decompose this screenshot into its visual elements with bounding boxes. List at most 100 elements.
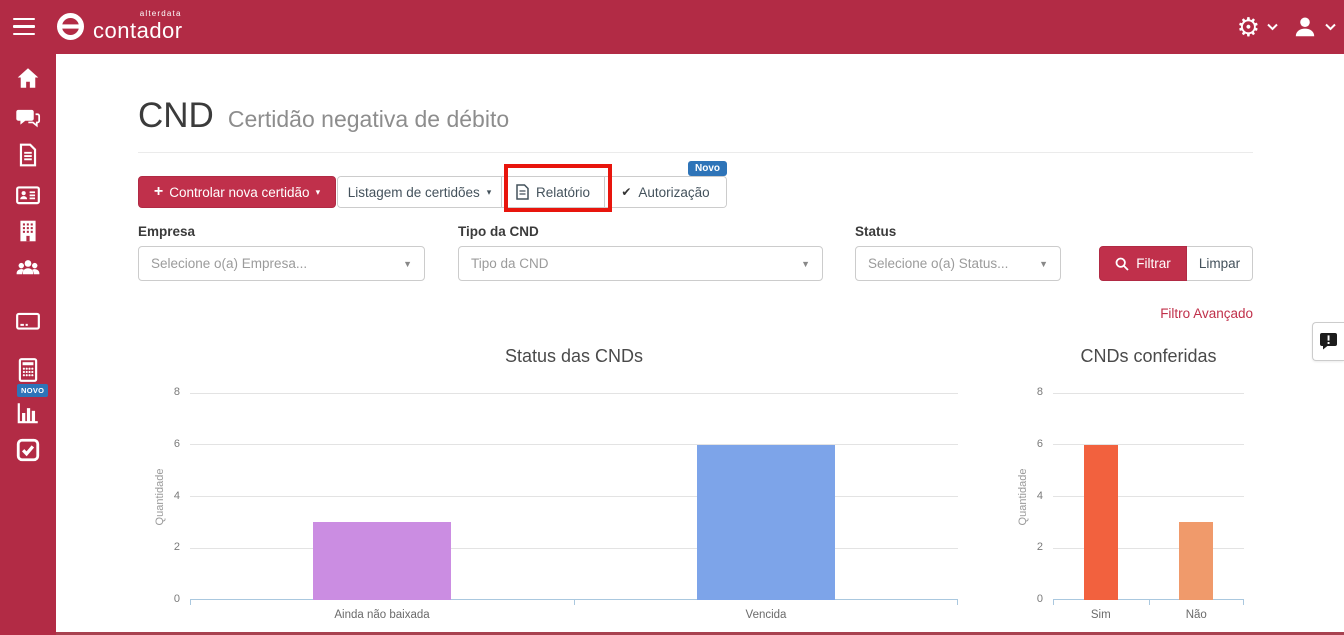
x-category-label: Ainda não baixada	[334, 609, 430, 621]
sidebar-item-id-card[interactable]	[15, 182, 41, 208]
y-tick-label: 0	[173, 593, 180, 605]
home-icon	[17, 68, 39, 88]
id-card-icon	[16, 186, 40, 205]
logo-e-icon	[57, 13, 84, 40]
brand-alterdata: alterdata	[139, 9, 182, 18]
page-heading: CND Certidão negativa de débito	[138, 96, 509, 136]
caret-down-icon: ▼	[403, 258, 412, 269]
x-axis-tick	[957, 600, 958, 605]
settings-button[interactable]: ⚙	[1237, 14, 1278, 40]
empresa-select[interactable]: Selecione o(a) Empresa... ▼	[138, 246, 425, 281]
tipo-cnd-label: Tipo da CND	[458, 224, 539, 239]
sidebar-item-calculator[interactable]	[15, 357, 41, 383]
caret-down-icon: ▾	[315, 186, 321, 197]
credit-card-icon	[16, 312, 40, 330]
x-category-label: Não	[1185, 609, 1207, 621]
bar-ainda-não-baixada	[313, 522, 451, 600]
toolbar-button-group: Listagem de certidões ▾ Relatório ✔ Auto…	[337, 176, 727, 208]
y-tick-label: 0	[1036, 593, 1043, 605]
feedback-tab[interactable]	[1312, 322, 1344, 361]
page-subtitle: Certidão negativa de débito	[227, 106, 510, 132]
gridline	[190, 444, 958, 446]
x-category-label: Sim	[1090, 609, 1111, 621]
document-icon	[19, 143, 37, 167]
y-tick-label: 2	[1036, 541, 1043, 554]
x-axis-tick	[1149, 600, 1150, 605]
app-window: alterdata contador ⚙ NOVO CND Certidão n…	[0, 0, 1344, 635]
clear-button[interactable]: Limpar	[1187, 246, 1253, 281]
y-tick-label: 2	[173, 541, 180, 554]
sidebar-item-tasks[interactable]	[15, 437, 41, 463]
gridline	[190, 547, 958, 549]
authorization-button[interactable]: ✔ Autorização	[604, 177, 726, 207]
new-certificate-button[interactable]: + Controlar nova certidão ▾	[138, 176, 336, 208]
y-axis-title: Quantidade	[1017, 468, 1029, 525]
x-axis-tick	[190, 600, 191, 605]
user-icon	[1295, 17, 1315, 37]
report-button[interactable]: Relatório	[501, 177, 604, 207]
bar-sim	[1083, 444, 1118, 600]
y-axis-title: Quantidade	[154, 468, 166, 525]
calculator-icon	[18, 358, 38, 382]
check-square-icon	[16, 438, 40, 462]
sidebar-novo-badge: NOVO	[17, 384, 49, 397]
sidebar-item-document[interactable]	[15, 142, 41, 168]
y-tick-label: 8	[1036, 386, 1043, 398]
top-bar: alterdata contador ⚙	[0, 0, 1344, 54]
bar-não	[1179, 522, 1214, 600]
plus-icon: +	[153, 183, 164, 200]
account-button[interactable]	[1292, 14, 1336, 40]
y-tick-label: 8	[173, 386, 180, 398]
y-tick-label: 6	[173, 437, 180, 450]
gridline	[1053, 496, 1244, 497]
bar-vencida	[697, 444, 835, 600]
chat-icon	[16, 109, 41, 128]
empresa-label: Empresa	[138, 224, 196, 239]
x-axis-tick	[1243, 600, 1244, 605]
sidebar: NOVO	[0, 54, 56, 635]
building-icon	[20, 220, 36, 242]
caret-down-icon: ▼	[801, 258, 810, 269]
sidebar-item-chat[interactable]	[15, 105, 41, 131]
certificate-list-button[interactable]: Listagem de certidões ▾	[338, 177, 501, 207]
app-logo: alterdata contador	[55, 9, 183, 44]
menu-toggle-icon[interactable]	[13, 18, 35, 35]
users-icon	[16, 260, 40, 275]
authorization-novo-badge: Novo	[688, 161, 727, 176]
chevron-down-icon	[1267, 23, 1278, 31]
gridline	[190, 393, 958, 394]
page-title: CND	[138, 96, 214, 135]
gridline	[190, 496, 958, 497]
sidebar-item-home[interactable]	[15, 65, 41, 91]
chart-status-das-cnds: Status das CNDs 0 2 4 6 8 Ainda não baixada Ven…	[154, 346, 958, 621]
chevron-down-icon	[1325, 23, 1336, 31]
sidebar-item-reports[interactable]	[15, 400, 41, 426]
chart-title: CNDs conferidas	[1080, 346, 1217, 366]
filter-button[interactable]: Filtrar	[1099, 246, 1187, 281]
caret-down-icon: ▾	[486, 186, 492, 197]
status-label: Status	[855, 224, 897, 239]
caret-down-icon: ▼	[1039, 258, 1048, 269]
sidebar-item-users[interactable]	[15, 255, 41, 281]
brand-contador: contador	[93, 18, 183, 43]
status-select[interactable]: Selecione o(a) Status... ▼	[855, 246, 1061, 281]
sidebar-item-building[interactable]	[15, 218, 41, 244]
gridline	[1053, 393, 1244, 394]
x-axis-tick	[1053, 600, 1054, 605]
tipo-cnd-select[interactable]: Tipo da CND ▼	[458, 246, 823, 281]
advanced-filter-link[interactable]: Filtro Avançado	[1138, 306, 1253, 321]
check-icon: ✔	[621, 185, 632, 199]
bar-chart-icon	[17, 403, 38, 424]
y-tick-label: 6	[1036, 437, 1043, 450]
sidebar-item-credit-card[interactable]	[15, 308, 41, 334]
search-icon	[1115, 257, 1129, 271]
x-category-label: Vencida	[745, 609, 787, 621]
report-document-icon	[516, 184, 529, 200]
divider	[138, 152, 1253, 153]
chart-cnds-conferidas: CNDs conferidas 0 2 4 6 8 Sim Não Quantidade	[1017, 346, 1244, 621]
feedback-bubble-icon	[1320, 333, 1337, 350]
gear-icon: ⚙	[1236, 12, 1260, 42]
gridline	[1053, 444, 1244, 446]
x-axis-tick	[574, 600, 575, 605]
chart-title: Status das CNDs	[504, 346, 644, 366]
